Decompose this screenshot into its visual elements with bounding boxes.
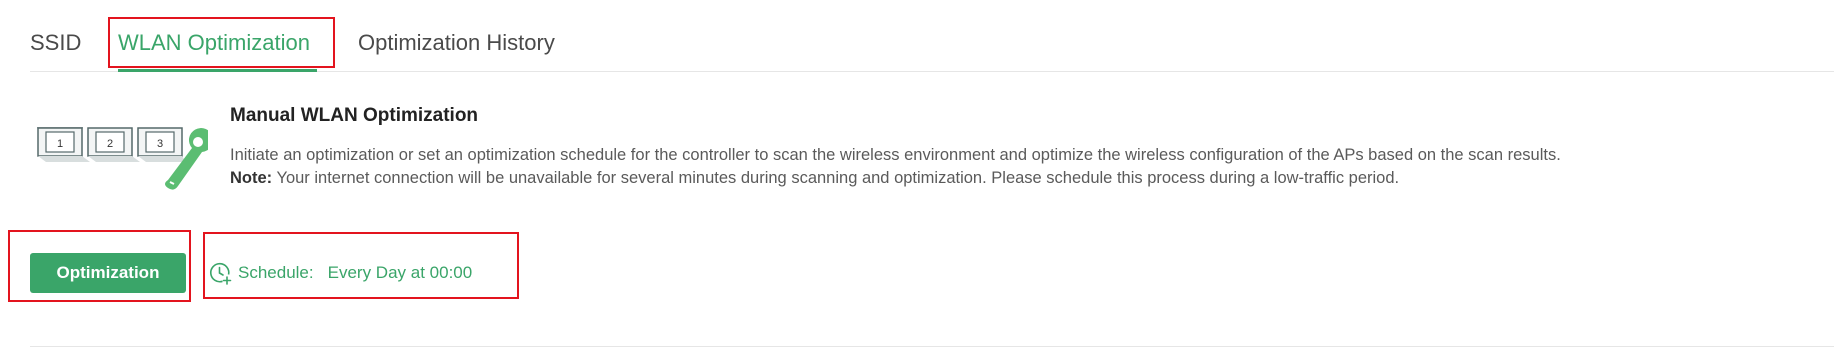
active-tab-indicator: [118, 69, 317, 72]
section-title: Manual WLAN Optimization: [230, 105, 479, 126]
svg-text:3: 3: [157, 138, 163, 150]
svg-text:2: 2: [107, 138, 113, 150]
optimization-illustration: 1 2 3: [36, 127, 208, 190]
highlight-box-tab: [108, 17, 335, 68]
note-label: Note:: [230, 169, 273, 187]
highlight-box-schedule: [203, 232, 519, 299]
section-note: Note: Your internet connection will be u…: [230, 166, 1399, 190]
divider: [30, 346, 1834, 347]
step-key-3: 3: [137, 127, 183, 157]
tab-ssid[interactable]: SSID: [30, 28, 81, 58]
wlan-optimization-page: SSID WLAN Optimization Optimization Hist…: [0, 0, 1834, 349]
svg-text:1: 1: [57, 138, 63, 150]
section-description: Initiate an optimization or set an optim…: [230, 146, 1561, 164]
step-key-2: 2: [87, 127, 133, 157]
tab-optimization-history[interactable]: Optimization History: [358, 28, 555, 58]
highlight-box-button: [8, 230, 191, 302]
note-text: Your internet connection will be unavail…: [272, 169, 1400, 187]
step-key-1: 1: [36, 127, 84, 157]
